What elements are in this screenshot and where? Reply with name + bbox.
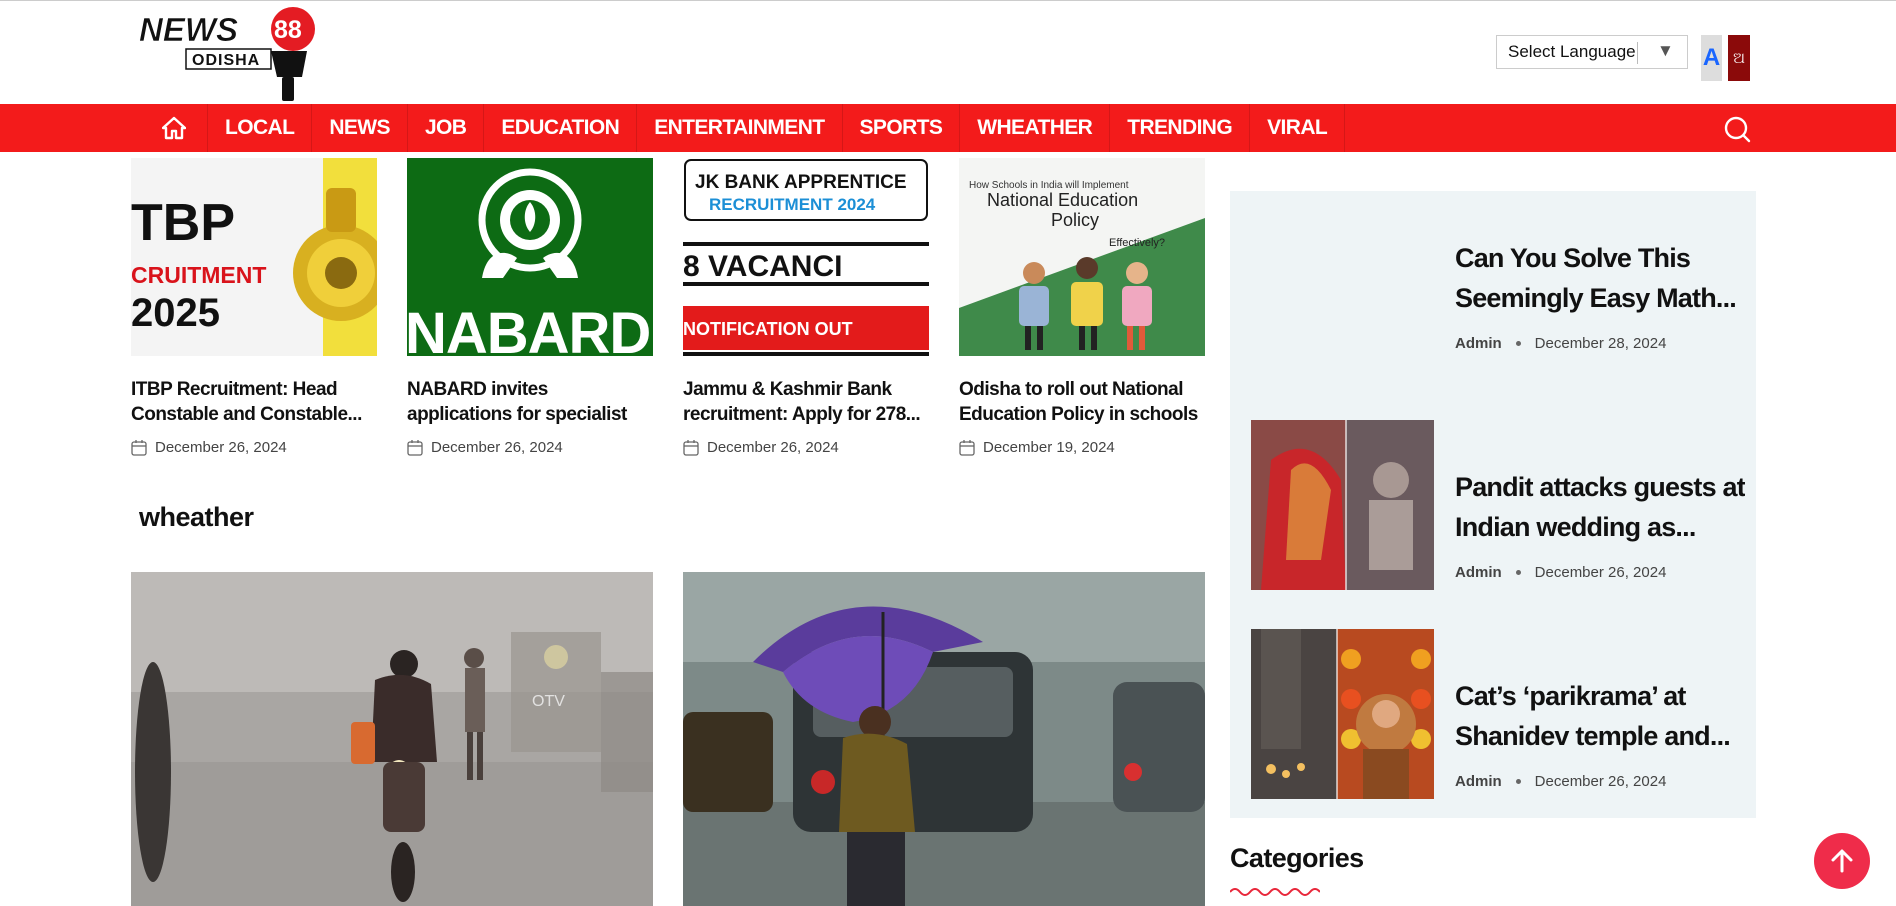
sidebar-post[interactable]: Pandit attacks guests at Indian wedding … bbox=[1251, 420, 1745, 590]
card-title[interactable]: Jammu & Kashmir Bank recruitment: Apply … bbox=[683, 377, 929, 427]
card-date: December 26, 2024 bbox=[707, 439, 839, 456]
main-nav: LOCAL NEWS JOB EDUCATION ENTERTAINMENT S… bbox=[0, 104, 1896, 152]
nav-home[interactable] bbox=[140, 104, 208, 152]
section-title-wheather[interactable]: wheather bbox=[139, 502, 254, 533]
nav-item-wheather[interactable]: WHEATHER bbox=[960, 104, 1111, 152]
weather-article-image[interactable] bbox=[683, 572, 1205, 906]
thumb-text: 2025 bbox=[131, 291, 220, 335]
news-card[interactable]: TBP CRUITMENT 2025 ITBP Recruitment: Hea… bbox=[131, 158, 377, 456]
sidebar-post-meta: Admin December 28, 2024 bbox=[1455, 335, 1666, 352]
card-title[interactable]: ITBP Recruitment: Head Constable and Con… bbox=[131, 377, 377, 427]
arrow-up-icon bbox=[1831, 849, 1853, 873]
sidebar-post-title[interactable]: Pandit attacks guests at Indian wedding … bbox=[1455, 467, 1745, 547]
nav-item-entertainment[interactable]: ENTERTAINMENT bbox=[637, 104, 843, 152]
meta-separator bbox=[1515, 570, 1521, 575]
sidebar-trending-list: Can You Solve This Seemingly Easy Math..… bbox=[1230, 191, 1756, 818]
card-thumbnail[interactable]: TBP CRUITMENT 2025 bbox=[131, 158, 377, 356]
sidebar-post[interactable]: Cat’s ‘parikrama’ at Shanidev temple and… bbox=[1251, 629, 1741, 799]
thumb-text: Effectively? bbox=[1109, 237, 1165, 249]
card-date: December 26, 2024 bbox=[431, 439, 563, 456]
sidebar-post-thumbnail[interactable] bbox=[1251, 629, 1434, 799]
sidebar-post-thumbnail-empty[interactable] bbox=[1251, 191, 1434, 361]
thumb-text: National Education bbox=[987, 190, 1138, 210]
sidebar-post-meta: Admin December 26, 2024 bbox=[1455, 564, 1666, 581]
scroll-to-top-button[interactable] bbox=[1814, 833, 1870, 889]
news-card[interactable]: JK BANK APPRENTICE RECRUITMENT 2024 8 VA… bbox=[683, 158, 929, 456]
image-watermark: OTV bbox=[532, 693, 565, 710]
nav-item-education[interactable]: EDUCATION bbox=[484, 104, 638, 152]
search-icon bbox=[1724, 116, 1751, 143]
chevron-down-icon: ▼ bbox=[1657, 41, 1674, 60]
thumb-text: TBP bbox=[131, 194, 235, 252]
calendar-icon bbox=[959, 440, 975, 456]
meta-separator bbox=[1515, 341, 1521, 346]
english-font-button[interactable]: A bbox=[1701, 35, 1722, 81]
thumb-text: CRUITMENT bbox=[131, 262, 266, 288]
language-select-divider bbox=[1637, 42, 1638, 64]
card-meta: December 19, 2024 bbox=[959, 439, 1205, 456]
language-select[interactable]: Select Language ▼ bbox=[1496, 35, 1688, 69]
nav-menu: LOCAL NEWS JOB EDUCATION ENTERTAINMENT S… bbox=[140, 104, 1346, 152]
page: NEWS 88 ODISHA Select Language ▼ A ଅ LOC… bbox=[0, 0, 1896, 906]
top-header: NEWS 88 ODISHA Select Language ▼ A ଅ bbox=[0, 0, 1896, 104]
logo-text-88: 88 bbox=[274, 16, 302, 44]
card-title[interactable]: NABARD invites applications for speciali… bbox=[407, 377, 653, 427]
post-author[interactable]: Admin bbox=[1455, 335, 1502, 352]
nav-item-viral[interactable]: VIRAL bbox=[1250, 104, 1346, 152]
calendar-icon bbox=[407, 440, 423, 456]
weather-article-image[interactable]: OTV bbox=[131, 572, 653, 906]
home-icon bbox=[161, 116, 186, 140]
news-card[interactable]: NABARD NABARD invites applications for s… bbox=[407, 158, 653, 456]
nav-item-news[interactable]: NEWS bbox=[312, 104, 408, 152]
post-date: December 26, 2024 bbox=[1534, 773, 1667, 790]
language-select-label: Select Language bbox=[1508, 42, 1636, 61]
sidebar-post-meta: Admin December 26, 2024 bbox=[1455, 773, 1666, 790]
calendar-icon bbox=[131, 440, 147, 456]
nav-item-sports[interactable]: SPORTS bbox=[843, 104, 961, 152]
card-title[interactable]: Odisha to roll out National Education Po… bbox=[959, 377, 1205, 427]
card-date: December 19, 2024 bbox=[983, 439, 1115, 456]
post-date: December 26, 2024 bbox=[1534, 564, 1667, 581]
post-author[interactable]: Admin bbox=[1455, 773, 1502, 790]
thumb-text: Policy bbox=[1051, 210, 1099, 230]
sidebar-post-title[interactable]: Cat’s ‘parikrama’ at Shanidev temple and… bbox=[1455, 676, 1745, 756]
thumb-text: RECRUITMENT 2024 bbox=[709, 195, 876, 214]
post-date: December 28, 2024 bbox=[1534, 335, 1667, 352]
card-meta: December 26, 2024 bbox=[131, 439, 377, 456]
wave-divider-icon bbox=[1230, 888, 1320, 896]
logo-text-news: NEWS bbox=[139, 11, 238, 48]
meta-separator bbox=[1515, 779, 1521, 784]
site-logo[interactable]: NEWS 88 ODISHA bbox=[137, 5, 319, 103]
card-meta: December 26, 2024 bbox=[683, 439, 929, 456]
card-thumbnail[interactable]: NABARD bbox=[407, 158, 653, 356]
post-author[interactable]: Admin bbox=[1455, 564, 1502, 581]
search-button[interactable] bbox=[1722, 114, 1752, 144]
card-date: December 26, 2024 bbox=[155, 439, 287, 456]
card-thumbnail[interactable]: How Schools in India will Implement Nati… bbox=[959, 158, 1205, 356]
odia-font-button[interactable]: ଅ bbox=[1728, 35, 1750, 81]
card-meta: December 26, 2024 bbox=[407, 439, 653, 456]
thumb-text: NOTIFICATION OUT bbox=[683, 319, 853, 339]
sidebar-post-thumbnail[interactable] bbox=[1251, 420, 1434, 590]
calendar-icon bbox=[683, 440, 699, 456]
categories-heading: Categories bbox=[1230, 843, 1364, 873]
news-card[interactable]: How Schools in India will Implement Nati… bbox=[959, 158, 1205, 456]
card-thumbnail[interactable]: JK BANK APPRENTICE RECRUITMENT 2024 8 VA… bbox=[683, 158, 929, 356]
sidebar-post[interactable]: Can You Solve This Seemingly Easy Math..… bbox=[1251, 191, 1741, 361]
nav-item-trending[interactable]: TRENDING bbox=[1110, 104, 1251, 152]
thumb-text: NABARD bbox=[407, 301, 650, 356]
thumb-text: JK BANK APPRENTICE bbox=[695, 172, 907, 193]
nav-item-local[interactable]: LOCAL bbox=[208, 104, 313, 152]
logo-text-odisha: ODISHA bbox=[192, 52, 260, 69]
thumb-text: 8 VACANCI bbox=[683, 250, 842, 283]
sidebar-post-title[interactable]: Can You Solve This Seemingly Easy Math..… bbox=[1455, 238, 1745, 318]
nav-item-job[interactable]: JOB bbox=[408, 104, 485, 152]
